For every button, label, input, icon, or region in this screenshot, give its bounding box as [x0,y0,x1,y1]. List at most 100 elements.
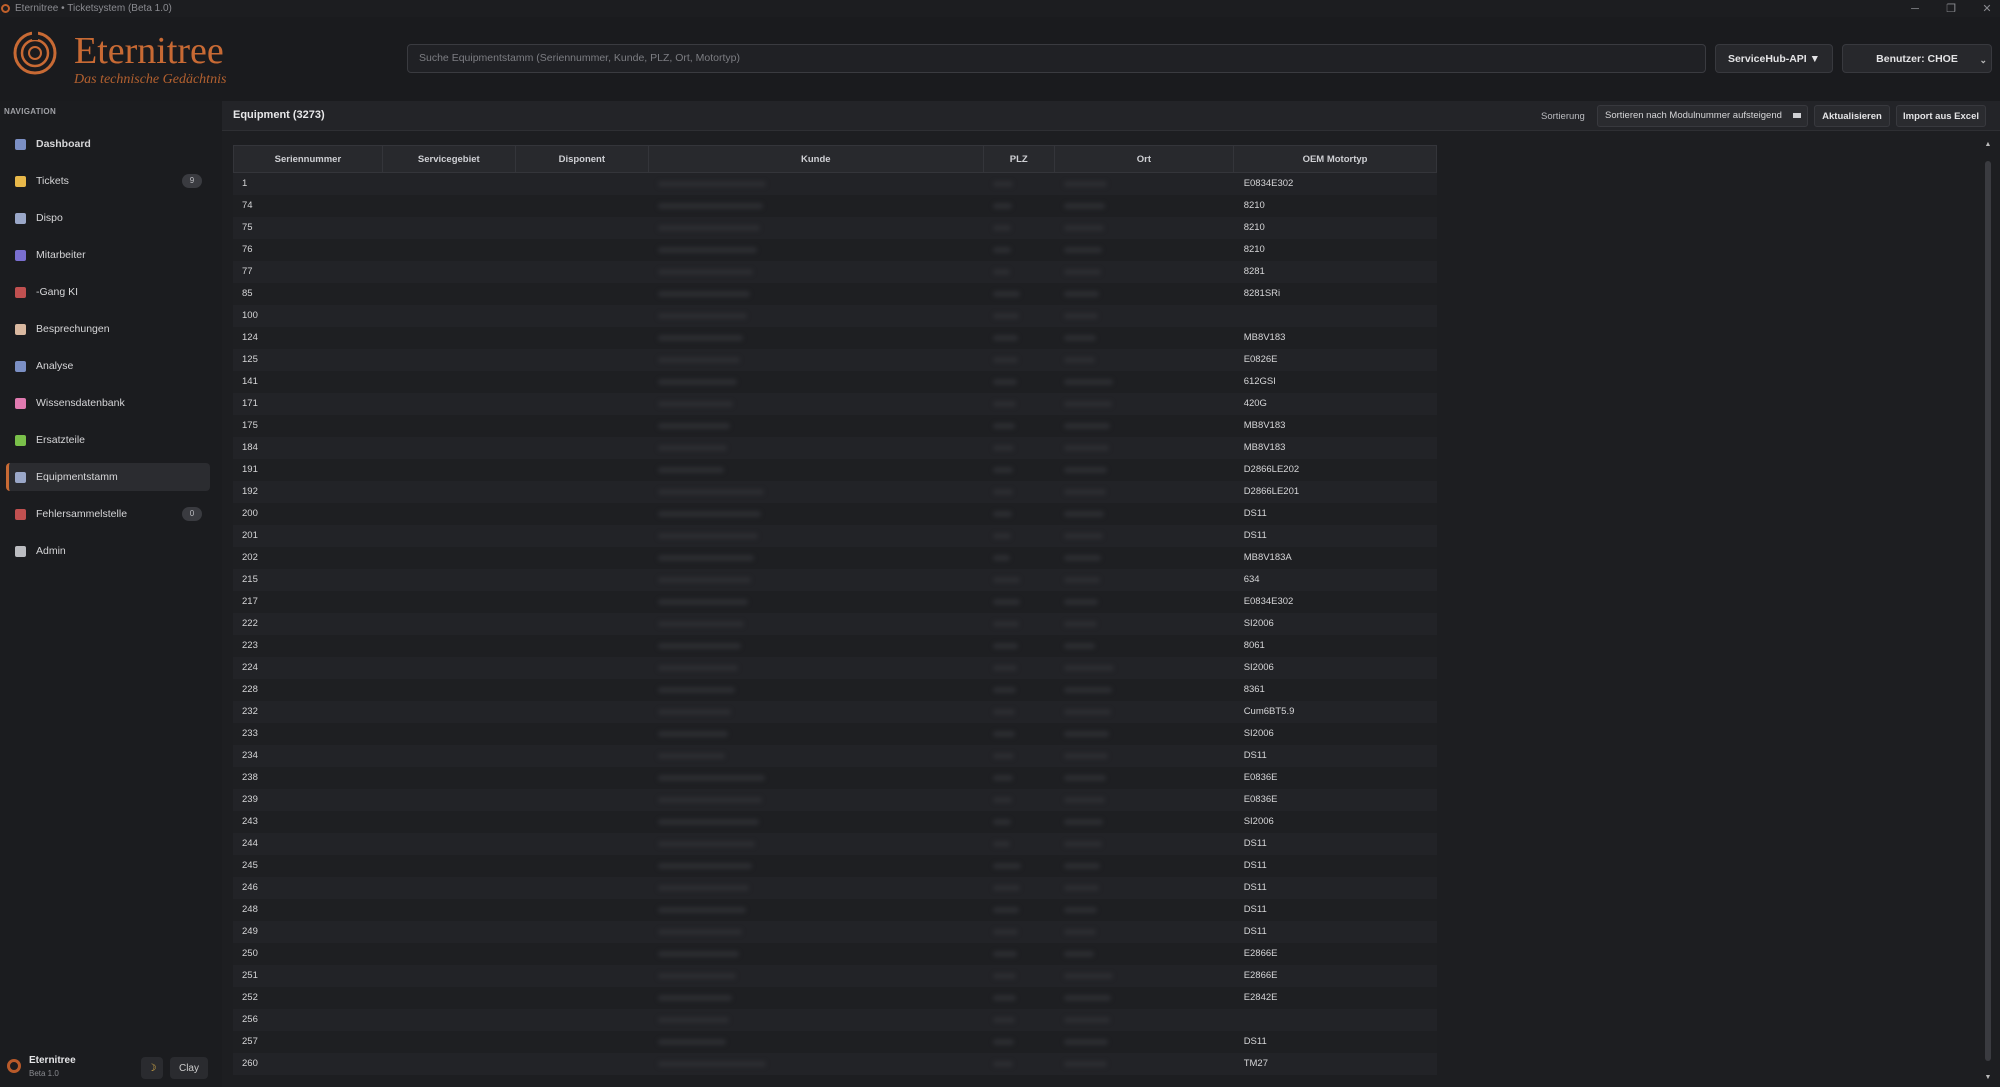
table-row[interactable]: 243 SI2006 [233,811,1437,833]
table-row[interactable]: 233 SI2006 [233,723,1437,745]
table-row[interactable]: 228 8361 [233,679,1437,701]
footer-version: Beta 1.0 [29,1069,59,1078]
close-icon[interactable]: ✕ [1980,2,1994,15]
redacted-cell [1055,679,1235,701]
table-row[interactable]: 201 DS11 [233,525,1437,547]
column-header-servicegebiet[interactable]: Servicegebiet [383,146,516,172]
sidebar-item-mitarbeiter[interactable]: Mitarbeiter [6,241,210,269]
table-row[interactable]: 215 634 [233,569,1437,591]
column-header-disponent[interactable]: Disponent [516,146,649,172]
sidebar-item-equipmentstamm[interactable]: Equipmentstamm [6,463,210,491]
sidebar-item-ersatzteile[interactable]: Ersatzteile [6,426,210,454]
redacted-text [992,643,1018,649]
sidebar-item-gang-ki[interactable]: -Gang KI [6,278,210,306]
table-row[interactable]: 257 DS11 [233,1031,1437,1053]
theme-clay-button[interactable]: Clay [170,1057,208,1079]
table-row[interactable]: 75 8210 [233,217,1437,239]
table-row[interactable]: 224 SI2006 [233,657,1437,679]
column-header-kunde[interactable]: Kunde [649,146,984,172]
sidebar-item-analyse[interactable]: Analyse [6,352,210,380]
search-input[interactable]: Suche Equipmentstamm (Seriennummer, Kund… [407,44,1706,73]
redacted-cell [382,547,515,569]
redacted-cell [649,921,984,943]
column-header-seriennummer[interactable]: Seriennummer [234,146,383,172]
redacted-cell [1055,811,1235,833]
table-row[interactable]: 202 MB8V183A [233,547,1437,569]
redacted-cell [1055,789,1235,811]
table-row[interactable]: 100 [233,305,1437,327]
maximize-icon[interactable]: ❐ [1944,2,1958,15]
table-row[interactable]: 184 MB8V183 [233,437,1437,459]
table-row[interactable]: 246 DS11 [233,877,1437,899]
serial-cell: 215 [242,574,258,585]
redacted-cell [382,503,515,525]
redacted-cell [1055,943,1235,965]
table-row[interactable]: 171 420G [233,393,1437,415]
redacted-cell [649,1053,984,1075]
table-row[interactable]: 238 E0836E [233,767,1437,789]
import-excel-button[interactable]: Import aus Excel [1896,105,1986,127]
minimize-icon[interactable]: ─ [1908,3,1922,15]
table-row[interactable]: 85 8281SRi [233,283,1437,305]
table-row[interactable]: 1 E0834E302 [233,173,1437,195]
table-row[interactable]: 125 E0826E [233,349,1437,371]
user-menu-button[interactable]: Benutzer: CHOE ⌄ [1842,44,1992,73]
scroll-up-icon[interactable]: ▲ [1984,141,1992,148]
serial-cell: 217 [242,596,258,607]
theme-toggle-button[interactable]: ☽ [141,1057,163,1079]
table-row[interactable]: 192 D2866LE201 [233,481,1437,503]
refresh-button[interactable]: Aktualisieren [1814,105,1890,127]
redacted-text [992,1039,1014,1045]
table-row[interactable]: 245 DS11 [233,855,1437,877]
table-row[interactable]: 232 Cum6BT5.9 [233,701,1437,723]
sidebar-item-tickets[interactable]: Tickets 9 [6,167,210,195]
table-row[interactable]: 76 8210 [233,239,1437,261]
table-row[interactable]: 252 E2842E [233,987,1437,1009]
redacted-text [992,1017,1015,1023]
sort-select[interactable]: Sortieren nach Modulnummer aufsteigend [1597,105,1808,127]
sidebar-item-besprechungen[interactable]: Besprechungen [6,315,210,343]
sidebar-item-admin[interactable]: Admin [6,537,210,565]
table-row[interactable]: 223 8061 [233,635,1437,657]
table-row[interactable]: 74 8210 [233,195,1437,217]
column-header-oem-motortyp[interactable]: OEM Motortyp [1234,146,1436,172]
redacted-cell [382,701,515,723]
redacted-cell [382,855,515,877]
scroll-down-icon[interactable]: ▼ [1984,1074,1992,1081]
table-row[interactable]: 250 E2866E [233,943,1437,965]
redacted-cell [649,217,984,239]
redacted-text [657,599,748,605]
redacted-text [992,225,1012,231]
table-row[interactable]: 191 D2866LE202 [233,459,1437,481]
table-row[interactable]: 222 SI2006 [233,613,1437,635]
table-row[interactable]: 200 DS11 [233,503,1437,525]
table-row[interactable]: 251 E2866E [233,965,1437,987]
table-row[interactable]: 124 MB8V183 [233,327,1437,349]
table-row[interactable]: 217 E0834E302 [233,591,1437,613]
table-row[interactable]: 249 DS11 [233,921,1437,943]
redacted-cell [515,1009,648,1031]
redacted-text [1064,511,1105,517]
servicehub-api-button[interactable]: ServiceHub-API ▼ [1715,44,1833,73]
sidebar-item-dashboard[interactable]: Dashboard [6,130,210,158]
sidebar-item-fehlersammelstelle[interactable]: Fehlersammelstelle 0 [6,500,210,528]
table-row[interactable]: 77 8281 [233,261,1437,283]
table-row[interactable]: 260 TM27 [233,1053,1437,1075]
serial-cell: 125 [242,354,258,365]
vertical-scrollbar[interactable]: ▲ ▼ [1984,141,1992,1081]
column-header-ort[interactable]: Ort [1055,146,1235,172]
serial-cell: 222 [242,618,258,629]
table-row[interactable]: 239 E0836E [233,789,1437,811]
sidebar-item-dispo[interactable]: Dispo [6,204,210,232]
table-row[interactable]: 248 DS11 [233,899,1437,921]
table-row[interactable]: 256 [233,1009,1437,1031]
table-row[interactable]: 141 612GSI [233,371,1437,393]
table-row[interactable]: 234 DS11 [233,745,1437,767]
scroll-thumb[interactable] [1985,161,1991,1061]
table-row[interactable]: 244 DS11 [233,833,1437,855]
sidebar-item-label: -Gang KI [36,286,79,298]
sidebar-item-wissensdatenbank[interactable]: Wissensdatenbank [6,389,210,417]
column-header-plz[interactable]: PLZ [984,146,1055,172]
motor-type-cell: 8210 [1243,200,1265,211]
table-row[interactable]: 175 MB8V183 [233,415,1437,437]
